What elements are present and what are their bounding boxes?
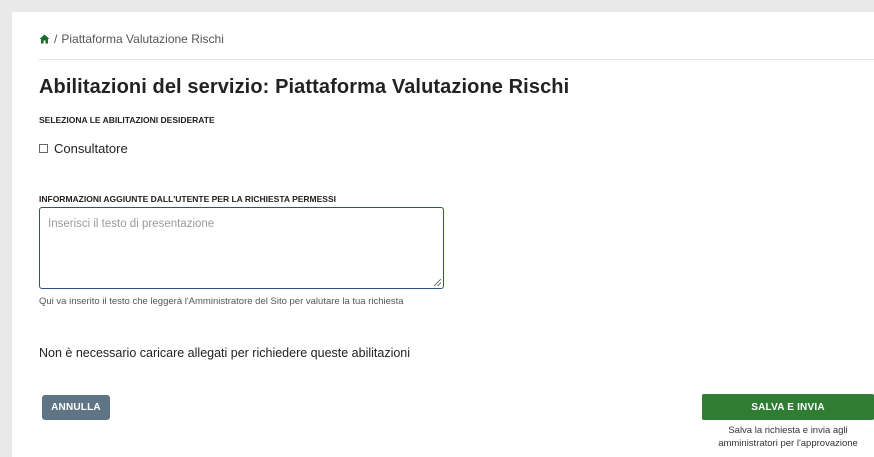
presentation-textarea[interactable]: Inserisci il testo di presentazione bbox=[39, 207, 444, 289]
breadcrumb-separator: / bbox=[54, 32, 58, 46]
main-panel: / Piattaforma Valutazione Rischi Abilita… bbox=[12, 12, 874, 457]
checkbox-consultatore[interactable]: Consultatore bbox=[39, 141, 128, 156]
textarea-helper-text: Qui va inserito il testo che leggerà l'A… bbox=[39, 296, 404, 307]
user-info-section-label: INFORMAZIONI AGGIUNTE DALL'UTENTE PER LA… bbox=[39, 194, 337, 204]
resize-handle-icon[interactable] bbox=[434, 279, 441, 286]
cancel-button[interactable]: ANNULLA bbox=[42, 395, 110, 420]
save-caption: Salva la richiesta e invia agli amminist… bbox=[718, 425, 858, 449]
textarea-placeholder: Inserisci il testo di presentazione bbox=[48, 218, 215, 230]
save-and-send-button[interactable]: SALVA E INVIA bbox=[702, 394, 874, 420]
permissions-section-label: SELEZIONA LE ABILITAZIONI DESIDERATE bbox=[39, 115, 215, 125]
breadcrumb-current: Piattaforma Valutazione Rischi bbox=[61, 32, 224, 46]
checkbox-box[interactable] bbox=[39, 144, 48, 153]
attachments-note: Non è necessario caricare allegati per r… bbox=[39, 346, 411, 360]
home-icon[interactable] bbox=[39, 34, 50, 44]
divider bbox=[39, 59, 874, 60]
page-title: Abilitazioni del servizio: Piattaforma V… bbox=[39, 76, 570, 98]
checkbox-label: Consultatore bbox=[54, 141, 128, 156]
breadcrumb: / Piattaforma Valutazione Rischi bbox=[39, 32, 224, 46]
